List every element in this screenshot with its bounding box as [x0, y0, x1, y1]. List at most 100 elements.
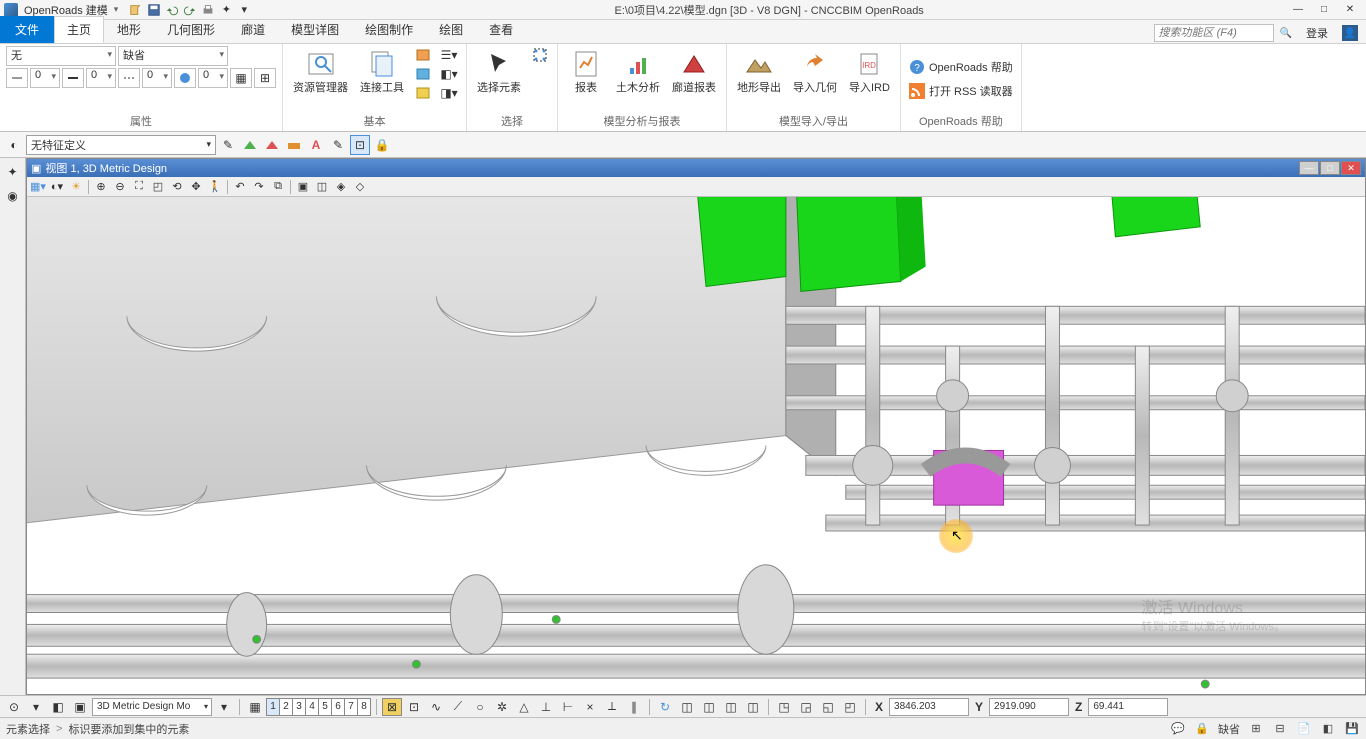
clip-mask-icon[interactable]: ◫	[313, 178, 331, 196]
minimize-button[interactable]: —	[1286, 2, 1310, 18]
civil-toggle-icon[interactable]: ⟋	[448, 698, 468, 716]
feat-tool4-icon[interactable]	[284, 135, 304, 155]
maximize-button[interactable]: □	[1312, 2, 1336, 18]
dialog-icon[interactable]: ◧	[1320, 721, 1336, 737]
lineweight-dropdown[interactable]: 0	[30, 68, 60, 88]
display-style-icon[interactable]: ◐▾	[48, 178, 66, 196]
message-center-icon[interactable]: 💬	[1170, 721, 1186, 737]
window-area-icon[interactable]: ◰	[149, 178, 167, 196]
basic-tool4-icon[interactable]: ☰▾	[438, 46, 460, 64]
running-coords-icon[interactable]: ⊞	[1248, 721, 1264, 737]
color-dropdown[interactable]: 0	[198, 68, 228, 88]
view-rot3-icon[interactable]: ◱	[818, 698, 838, 716]
attach-tools-button[interactable]: 连接工具	[356, 46, 408, 97]
tab-view[interactable]: 查看	[476, 16, 526, 43]
views-toggle-icon[interactable]: ▦	[245, 698, 265, 716]
rss-link[interactable]: 打开 RSS 读取器	[907, 81, 1015, 101]
feat-tool7-icon[interactable]: ⊡	[350, 135, 370, 155]
view-8-button[interactable]: 8	[357, 698, 371, 716]
linestyle2-icon[interactable]	[62, 68, 84, 88]
model-dropdown[interactable]: 3D Metric Design Mo	[92, 698, 212, 716]
adjust-brightness-icon[interactable]: ☀	[67, 178, 85, 196]
color-icon[interactable]	[174, 68, 196, 88]
clip-volume-icon[interactable]: ▣	[294, 178, 312, 196]
tool-b-icon[interactable]: ✲	[492, 698, 512, 716]
tool-settings-icon[interactable]: ▾	[26, 698, 46, 716]
report-button[interactable]: 报表	[564, 46, 608, 97]
file-protect-icon[interactable]: 📄	[1296, 721, 1312, 737]
view-6-button[interactable]: 6	[331, 698, 345, 716]
snap-mode-label[interactable]: 缺省	[1218, 721, 1240, 737]
refresh-icon[interactable]: ↻	[655, 698, 675, 716]
tab-geometry[interactable]: 几何图形	[154, 16, 228, 43]
fit-view-icon[interactable]: ⛶	[130, 178, 148, 196]
iso4-icon[interactable]: ◫	[743, 698, 763, 716]
tab-drawing[interactable]: 绘图	[426, 16, 476, 43]
view-rot4-icon[interactable]: ◰	[840, 698, 860, 716]
basic-tool3-icon[interactable]	[412, 84, 434, 102]
locks-icon[interactable]: ∿	[426, 698, 446, 716]
rotate-icon[interactable]: ⟲	[168, 178, 186, 196]
tab-home[interactable]: 主页	[54, 16, 104, 43]
corridor-report-button[interactable]: 廊道报表	[668, 46, 720, 97]
view-rot2-icon[interactable]: ◲	[796, 698, 816, 716]
dock-tool2-icon[interactable]: ◉	[3, 186, 23, 206]
view-tool-b-icon[interactable]: ◇	[351, 178, 369, 196]
ribbon-search-input[interactable]	[1154, 24, 1274, 42]
view-tool-a-icon[interactable]: ◈	[332, 178, 350, 196]
level-dropdown[interactable]: 缺省	[118, 46, 228, 66]
view-titlebar[interactable]: ▣ 视图 1, 3D Metric Design — □ ✕	[27, 159, 1365, 177]
view-prev-icon[interactable]: ↶	[231, 178, 249, 196]
view-maximize-button[interactable]: □	[1320, 161, 1340, 175]
lineweight3-dropdown[interactable]: 0	[142, 68, 172, 88]
view-rot1-icon[interactable]: ◳	[774, 698, 794, 716]
layer-dropdown[interactable]: 无	[6, 46, 116, 66]
view-attributes-icon[interactable]: ▦▾	[29, 178, 47, 196]
lineweight2-dropdown[interactable]: 0	[86, 68, 116, 88]
select-element-button[interactable]: 选择元素	[473, 46, 525, 97]
copy-view-icon[interactable]: ⧉	[269, 178, 287, 196]
iso3-icon[interactable]: ◫	[721, 698, 741, 716]
tab-drawing-prod[interactable]: 绘图制作	[352, 16, 426, 43]
coord-y-input[interactable]: 2919.090	[989, 698, 1069, 716]
tab-file[interactable]: 文件	[0, 16, 54, 43]
transparency-icon[interactable]: ▦	[230, 68, 252, 88]
zoom-in-icon[interactable]: ⊕	[92, 178, 110, 196]
feat-tool3-icon[interactable]	[262, 135, 282, 155]
user-icon[interactable]: 👤	[1342, 25, 1358, 41]
models-icon[interactable]: ▣	[70, 698, 90, 716]
tool-a-icon[interactable]: ○	[470, 698, 490, 716]
feat-lock-icon[interactable]: 🔒	[372, 135, 392, 155]
iso2-icon[interactable]: ◫	[699, 698, 719, 716]
linestyle-icon[interactable]	[6, 68, 28, 88]
chevron-down-icon[interactable]: ▾	[114, 4, 119, 15]
priority-icon[interactable]: ⊞	[254, 68, 276, 88]
fence-icon[interactable]	[529, 46, 551, 64]
tasks-icon[interactable]: ⊙	[4, 698, 24, 716]
tool-e-icon[interactable]: ⊢	[558, 698, 578, 716]
pan-icon[interactable]: ✥	[187, 178, 205, 196]
tab-detail[interactable]: 模型详图	[278, 16, 352, 43]
import-geometry-button[interactable]: 导入几何	[789, 46, 841, 97]
coord-z-input[interactable]: 69.441	[1088, 698, 1168, 716]
tab-corridor[interactable]: 廊道	[228, 16, 278, 43]
basic-tool5-icon[interactable]: ◧▾	[438, 65, 460, 83]
dock-tool1-icon[interactable]: ✦	[3, 162, 23, 182]
tool-c-icon[interactable]: △	[514, 698, 534, 716]
view-2-button[interactable]: 2	[279, 698, 293, 716]
3d-viewport[interactable]: ↖ 激活 Windows 转到"设置"以激活 Windows。	[27, 197, 1365, 694]
tool-g-icon[interactable]: ⟂	[602, 698, 622, 716]
zoom-out-icon[interactable]: ⊖	[111, 178, 129, 196]
view-minimize-button[interactable]: —	[1299, 161, 1319, 175]
references-icon[interactable]: ▾	[214, 698, 234, 716]
view-1-button[interactable]: 1	[266, 698, 280, 716]
keyins-icon[interactable]: ◧	[48, 698, 68, 716]
explorer-button[interactable]: 资源管理器	[289, 46, 352, 97]
search-icon[interactable]: 🔍	[1280, 28, 1292, 39]
accudraw-icon[interactable]: ⊠	[382, 698, 402, 716]
tool-h-icon[interactable]: ∥	[624, 698, 644, 716]
feat-tool6-icon[interactable]: ✎	[328, 135, 348, 155]
view-close-button[interactable]: ✕	[1341, 161, 1361, 175]
status-tool2-icon[interactable]: ⊟	[1272, 721, 1288, 737]
feat-tool5-icon[interactable]: A	[306, 135, 326, 155]
